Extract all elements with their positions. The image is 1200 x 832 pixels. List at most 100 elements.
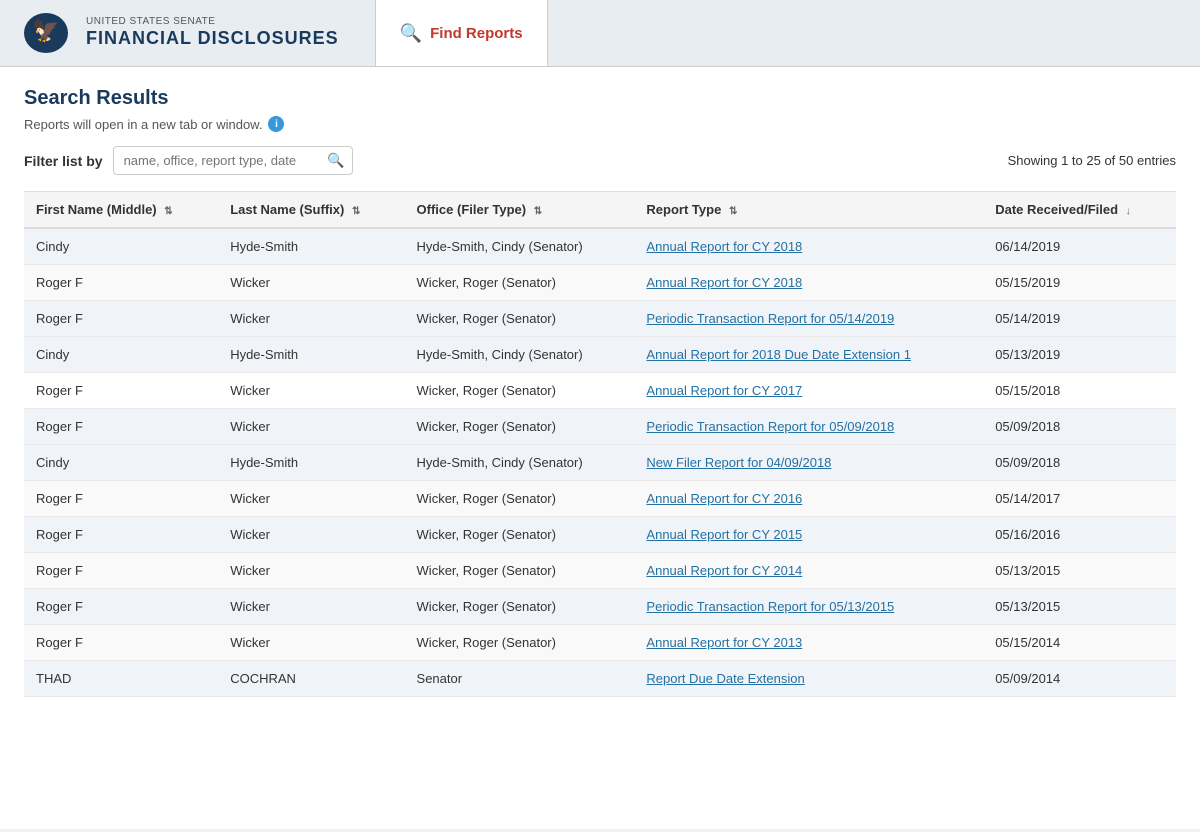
cell-date: 05/15/2019 [983,265,1176,301]
cell-first-name: Cindy [24,337,218,373]
cell-date: 05/15/2014 [983,625,1176,661]
report-link[interactable]: Annual Report for CY 2018 [646,239,802,254]
cell-first-name: Roger F [24,625,218,661]
sort-icon-office: ⇅ [534,206,542,217]
report-link[interactable]: Periodic Transaction Report for 05/09/20… [646,419,894,434]
table-row: CindyHyde-SmithHyde-Smith, Cindy (Senato… [24,337,1176,373]
report-link[interactable]: Annual Report for CY 2016 [646,491,802,506]
table-row: Roger FWickerWicker, Roger (Senator)Annu… [24,553,1176,589]
cell-office: Wicker, Roger (Senator) [405,373,635,409]
cell-last-name: Wicker [218,373,404,409]
table-row: Roger FWickerWicker, Roger (Senator)Peri… [24,589,1176,625]
cell-report-type: Report Due Date Extension [634,661,983,697]
search-results-title: Search Results [24,87,1176,110]
cell-date: 05/13/2019 [983,337,1176,373]
info-icon[interactable]: i [268,116,284,132]
table-row: CindyHyde-SmithHyde-Smith, Cindy (Senato… [24,228,1176,265]
report-link[interactable]: Annual Report for CY 2017 [646,383,802,398]
cell-report-type: Annual Report for 2018 Due Date Extensio… [634,337,983,373]
cell-report-type: Annual Report for CY 2018 [634,228,983,265]
report-link[interactable]: Annual Report for CY 2013 [646,635,802,650]
report-link[interactable]: New Filer Report for 04/09/2018 [646,455,831,470]
table-row: Roger FWickerWicker, Roger (Senator)Peri… [24,409,1176,445]
filter-input[interactable] [113,146,353,175]
table-row: Roger FWickerWicker, Roger (Senator) Peri… [24,301,1176,337]
logo-area: 🦅 UNITED STATES SENATE FINANCIAL DISCLOS… [0,0,355,66]
cell-last-name: Wicker [218,301,404,337]
report-link[interactable]: Periodic Transaction Report for 05/14/20… [646,311,894,326]
cell-office: Senator [405,661,635,697]
report-link[interactable]: Annual Report for 2018 Due Date Extensio… [646,347,911,362]
cell-report-type: Annual Report for CY 2018 [634,265,983,301]
cell-report-type: Annual Report for CY 2013 [634,625,983,661]
cell-report-type: New Filer Report for 04/09/2018 [634,445,983,481]
cell-date: 05/16/2016 [983,517,1176,553]
cell-office: Wicker, Roger (Senator) [405,481,635,517]
cell-office: Wicker, Roger (Senator) [405,409,635,445]
sort-icon-date: ↓ [1126,206,1131,217]
cell-first-name: Roger F [24,301,218,337]
cell-last-name: Wicker [218,481,404,517]
cell-date: 06/14/2019 [983,228,1176,265]
cell-report-type: Periodic Transaction Report for 05/09/20… [634,409,983,445]
col-office[interactable]: Office (Filer Type) ⇅ [405,192,635,229]
cell-first-name: Roger F [24,373,218,409]
cell-last-name: Wicker [218,625,404,661]
cell-last-name: Wicker [218,517,404,553]
cell-report-type: Annual Report for CY 2015 [634,517,983,553]
cell-report-type: Periodic Transaction Report for 05/14/20… [634,301,983,337]
table-row: Roger FWickerWicker, Roger (Senator) Annu… [24,517,1176,553]
cell-last-name: Wicker [218,589,404,625]
filter-input-wrap: 🔍 [113,146,353,175]
cell-report-type: Periodic Transaction Report for 05/13/20… [634,589,983,625]
cell-first-name: Roger F [24,517,218,553]
cell-office: Wicker, Roger (Senator) [405,553,635,589]
cell-report-type: Annual Report for CY 2014 [634,553,983,589]
table-row: Roger FWickerWicker, Roger (Senator)Annu… [24,265,1176,301]
col-first-name[interactable]: First Name (Middle) ⇅ [24,192,218,229]
report-link[interactable]: Periodic Transaction Report for 05/13/20… [646,599,894,614]
table-row: Roger FWickerWicker, Roger (Senator) Annu… [24,373,1176,409]
search-icon: 🔍 [400,23,422,44]
logo-text: UNITED STATES SENATE FINANCIAL DISCLOSUR… [86,16,339,50]
cell-first-name: Cindy [24,228,218,265]
report-link[interactable]: Annual Report for CY 2014 [646,563,802,578]
report-link[interactable]: Annual Report for CY 2015 [646,527,802,542]
cell-office: Wicker, Roger (Senator) [405,265,635,301]
find-reports-tab[interactable]: 🔍 Find Reports [375,0,548,66]
cell-report-type: Annual Report for CY 2017 [634,373,983,409]
sort-icon-report: ⇅ [729,206,737,217]
cell-office: Wicker, Roger (Senator) [405,517,635,553]
col-last-name[interactable]: Last Name (Suffix) ⇅ [218,192,404,229]
cell-last-name: Wicker [218,409,404,445]
cell-office: Wicker, Roger (Senator) [405,301,635,337]
cell-report-type: Annual Report for CY 2016 [634,481,983,517]
col-report-type[interactable]: Report Type ⇅ [634,192,983,229]
find-reports-label: Find Reports [430,25,523,42]
svg-text:🦅: 🦅 [32,17,59,43]
report-link[interactable]: Report Due Date Extension [646,671,804,686]
cell-date: 05/14/2017 [983,481,1176,517]
table-body: CindyHyde-SmithHyde-Smith, Cindy (Senato… [24,228,1176,697]
showing-text: Showing 1 to 25 of 50 entries [1008,153,1176,168]
reports-notice: Reports will open in a new tab or window… [24,116,1176,132]
filter-label: Filter list by [24,153,103,169]
table-row: Roger FWickerWicker, Roger (Senator) Annu… [24,481,1176,517]
filter-left: Filter list by 🔍 [24,146,353,175]
cell-last-name: Hyde-Smith [218,228,404,265]
filter-search-icon: 🔍 [327,152,344,169]
cell-date: 05/13/2015 [983,589,1176,625]
main-content: Search Results Reports will open in a ne… [0,67,1200,829]
cell-first-name: THAD [24,661,218,697]
col-date[interactable]: Date Received/Filed ↓ [983,192,1176,229]
cell-first-name: Cindy [24,445,218,481]
cell-last-name: Wicker [218,553,404,589]
cell-office: Hyde-Smith, Cindy (Senator) [405,445,635,481]
cell-last-name: Hyde-Smith [218,445,404,481]
cell-last-name: Hyde-Smith [218,337,404,373]
report-link[interactable]: Annual Report for CY 2018 [646,275,802,290]
cell-office: Wicker, Roger (Senator) [405,589,635,625]
cell-first-name: Roger F [24,481,218,517]
cell-last-name: Wicker [218,265,404,301]
cell-date: 05/09/2018 [983,409,1176,445]
